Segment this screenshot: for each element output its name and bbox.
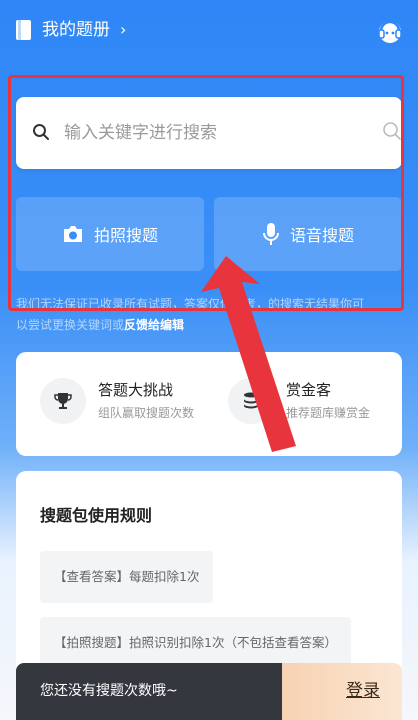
my-question-book-link[interactable]: 我的题册 bbox=[42, 18, 110, 42]
rules-title: 搜题包使用规则 bbox=[40, 506, 153, 525]
top-bar: 我的题册 › bbox=[0, 0, 418, 60]
bounty-title: 赏金客 bbox=[286, 381, 332, 399]
challenge-subtitle: 组队赢取搜题次数 bbox=[98, 406, 195, 420]
coins-icon-circle bbox=[228, 378, 274, 424]
bounty-subtitle: 推荐题库赚赏金 bbox=[286, 406, 371, 420]
rule-item: 【拍照搜题】拍照识别扣除1次（不包括查看答案） bbox=[40, 617, 351, 669]
book-icon bbox=[16, 20, 31, 40]
feedback-link[interactable]: 反馈给编辑 bbox=[124, 318, 184, 332]
features-card: 答题大挑战 组队赢取搜题次数 赏金客 推荐题库赚赏金 bbox=[16, 352, 402, 456]
chevron-right-icon: › bbox=[120, 20, 127, 39]
coins-icon bbox=[244, 392, 258, 409]
annotation-highlight-box bbox=[8, 75, 404, 311]
login-label: 登录 bbox=[346, 681, 380, 701]
trophy-icon-circle bbox=[40, 378, 86, 424]
challenge-title: 答题大挑战 bbox=[98, 381, 174, 399]
customer-service-icon[interactable] bbox=[376, 17, 404, 45]
login-button[interactable]: 登录 bbox=[282, 663, 402, 720]
disclaimer-line-2: 以尝试更换关键词或 bbox=[16, 318, 125, 332]
rule-item: 【查看答案】每题扣除1次 bbox=[40, 551, 214, 603]
rules-card: 搜题包使用规则 【查看答案】每题扣除1次 【拍照搜题】拍照识别扣除1次（不包括查… bbox=[16, 471, 402, 691]
bottom-login-bar: 您还没有搜题次数哦~ 登录 bbox=[16, 663, 402, 720]
no-credits-text: 您还没有搜题次数哦~ bbox=[40, 683, 178, 699]
trophy-icon bbox=[54, 393, 72, 409]
no-credits-message: 您还没有搜题次数哦~ bbox=[16, 663, 282, 720]
